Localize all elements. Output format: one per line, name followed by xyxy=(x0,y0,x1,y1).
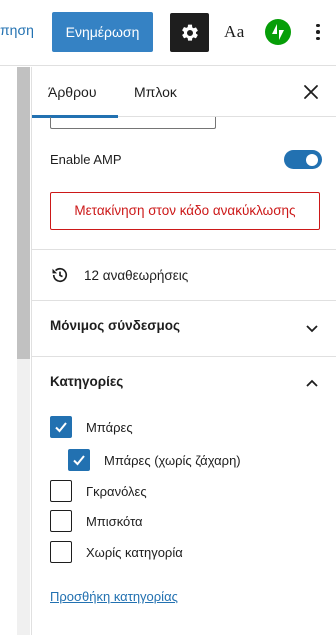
editor-scrollbar-thumb[interactable] xyxy=(17,67,30,359)
divider xyxy=(32,356,336,357)
category-checkbox[interactable] xyxy=(50,541,72,563)
category-item[interactable]: Μπάρες xyxy=(50,415,133,439)
typography-button[interactable]: Aa xyxy=(224,22,245,42)
category-item[interactable]: Χωρίς κατηγορία xyxy=(50,540,183,564)
amp-setting: Enable AMP xyxy=(50,150,322,170)
category-checkbox[interactable] xyxy=(50,416,72,438)
amp-label: Enable AMP xyxy=(50,152,122,167)
dot-icon xyxy=(316,23,320,28)
checkmark-icon xyxy=(73,455,85,466)
categories-panel-toggle[interactable]: Κατηγορίες xyxy=(50,372,320,396)
sidebar-tabs: Άρθρου Μπλοκ xyxy=(32,67,336,118)
update-button[interactable]: Ενημέρωση xyxy=(52,12,153,52)
category-label: Χωρίς κατηγορία xyxy=(86,544,183,560)
dot-icon xyxy=(316,36,320,41)
category-item[interactable]: Μπάρες (χωρίς ζάχαρη) xyxy=(68,448,241,472)
move-to-trash-button[interactable]: Μετακίνηση στον κάδο ανακύκλωσης xyxy=(50,192,320,230)
toggle-knob xyxy=(306,153,318,166)
category-label: Μπάρες (χωρίς ζάχαρη) xyxy=(104,452,241,468)
revisions-link[interactable]: 12 αναθεωρήσεις xyxy=(50,263,188,287)
permalink-panel-title: Μόνιμος σύνδεσμος xyxy=(50,318,180,333)
categories-panel-title: Κατηγορίες xyxy=(50,374,124,389)
jetpack-icon xyxy=(272,24,284,40)
tab-post[interactable]: Άρθρου xyxy=(32,67,118,118)
divider xyxy=(32,300,336,301)
category-item[interactable]: Μπισκότα xyxy=(50,509,143,533)
amp-toggle[interactable] xyxy=(284,150,322,169)
chevron-up-icon xyxy=(306,379,318,387)
tab-block[interactable]: Μπλοκ xyxy=(118,67,193,117)
category-label: Μπισκότα xyxy=(86,513,143,529)
chevron-down-icon xyxy=(306,325,318,333)
category-label: Γκρανόλες xyxy=(86,483,147,499)
gear-icon xyxy=(181,24,198,41)
settings-button[interactable] xyxy=(170,13,209,52)
dot-icon xyxy=(316,30,320,34)
scrolled-field-remnant xyxy=(50,117,216,129)
checkmark-icon xyxy=(55,422,67,433)
editor-toolbar: πηση Ενημέρωση Aa xyxy=(0,0,336,66)
history-icon xyxy=(52,267,68,283)
more-options-button[interactable] xyxy=(312,20,324,44)
category-checkbox[interactable] xyxy=(68,449,90,471)
preview-link[interactable]: πηση xyxy=(0,22,34,38)
category-checkbox[interactable] xyxy=(50,510,72,532)
jetpack-button[interactable] xyxy=(265,19,291,45)
settings-sidebar: Άρθρου Μπλοκ Enable AMP Μετακίνηση στον … xyxy=(32,67,336,635)
permalink-panel-toggle[interactable]: Μόνιμος σύνδεσμος xyxy=(50,316,320,340)
divider xyxy=(32,249,336,250)
add-category-link[interactable]: Προσθήκη κατηγορίας xyxy=(50,589,178,604)
category-label: Μπάρες xyxy=(86,419,133,435)
category-item[interactable]: Γκρανόλες xyxy=(50,479,147,503)
revisions-label: 12 αναθεωρήσεις xyxy=(84,267,189,283)
close-icon[interactable] xyxy=(302,83,320,101)
category-checkbox[interactable] xyxy=(50,480,72,502)
